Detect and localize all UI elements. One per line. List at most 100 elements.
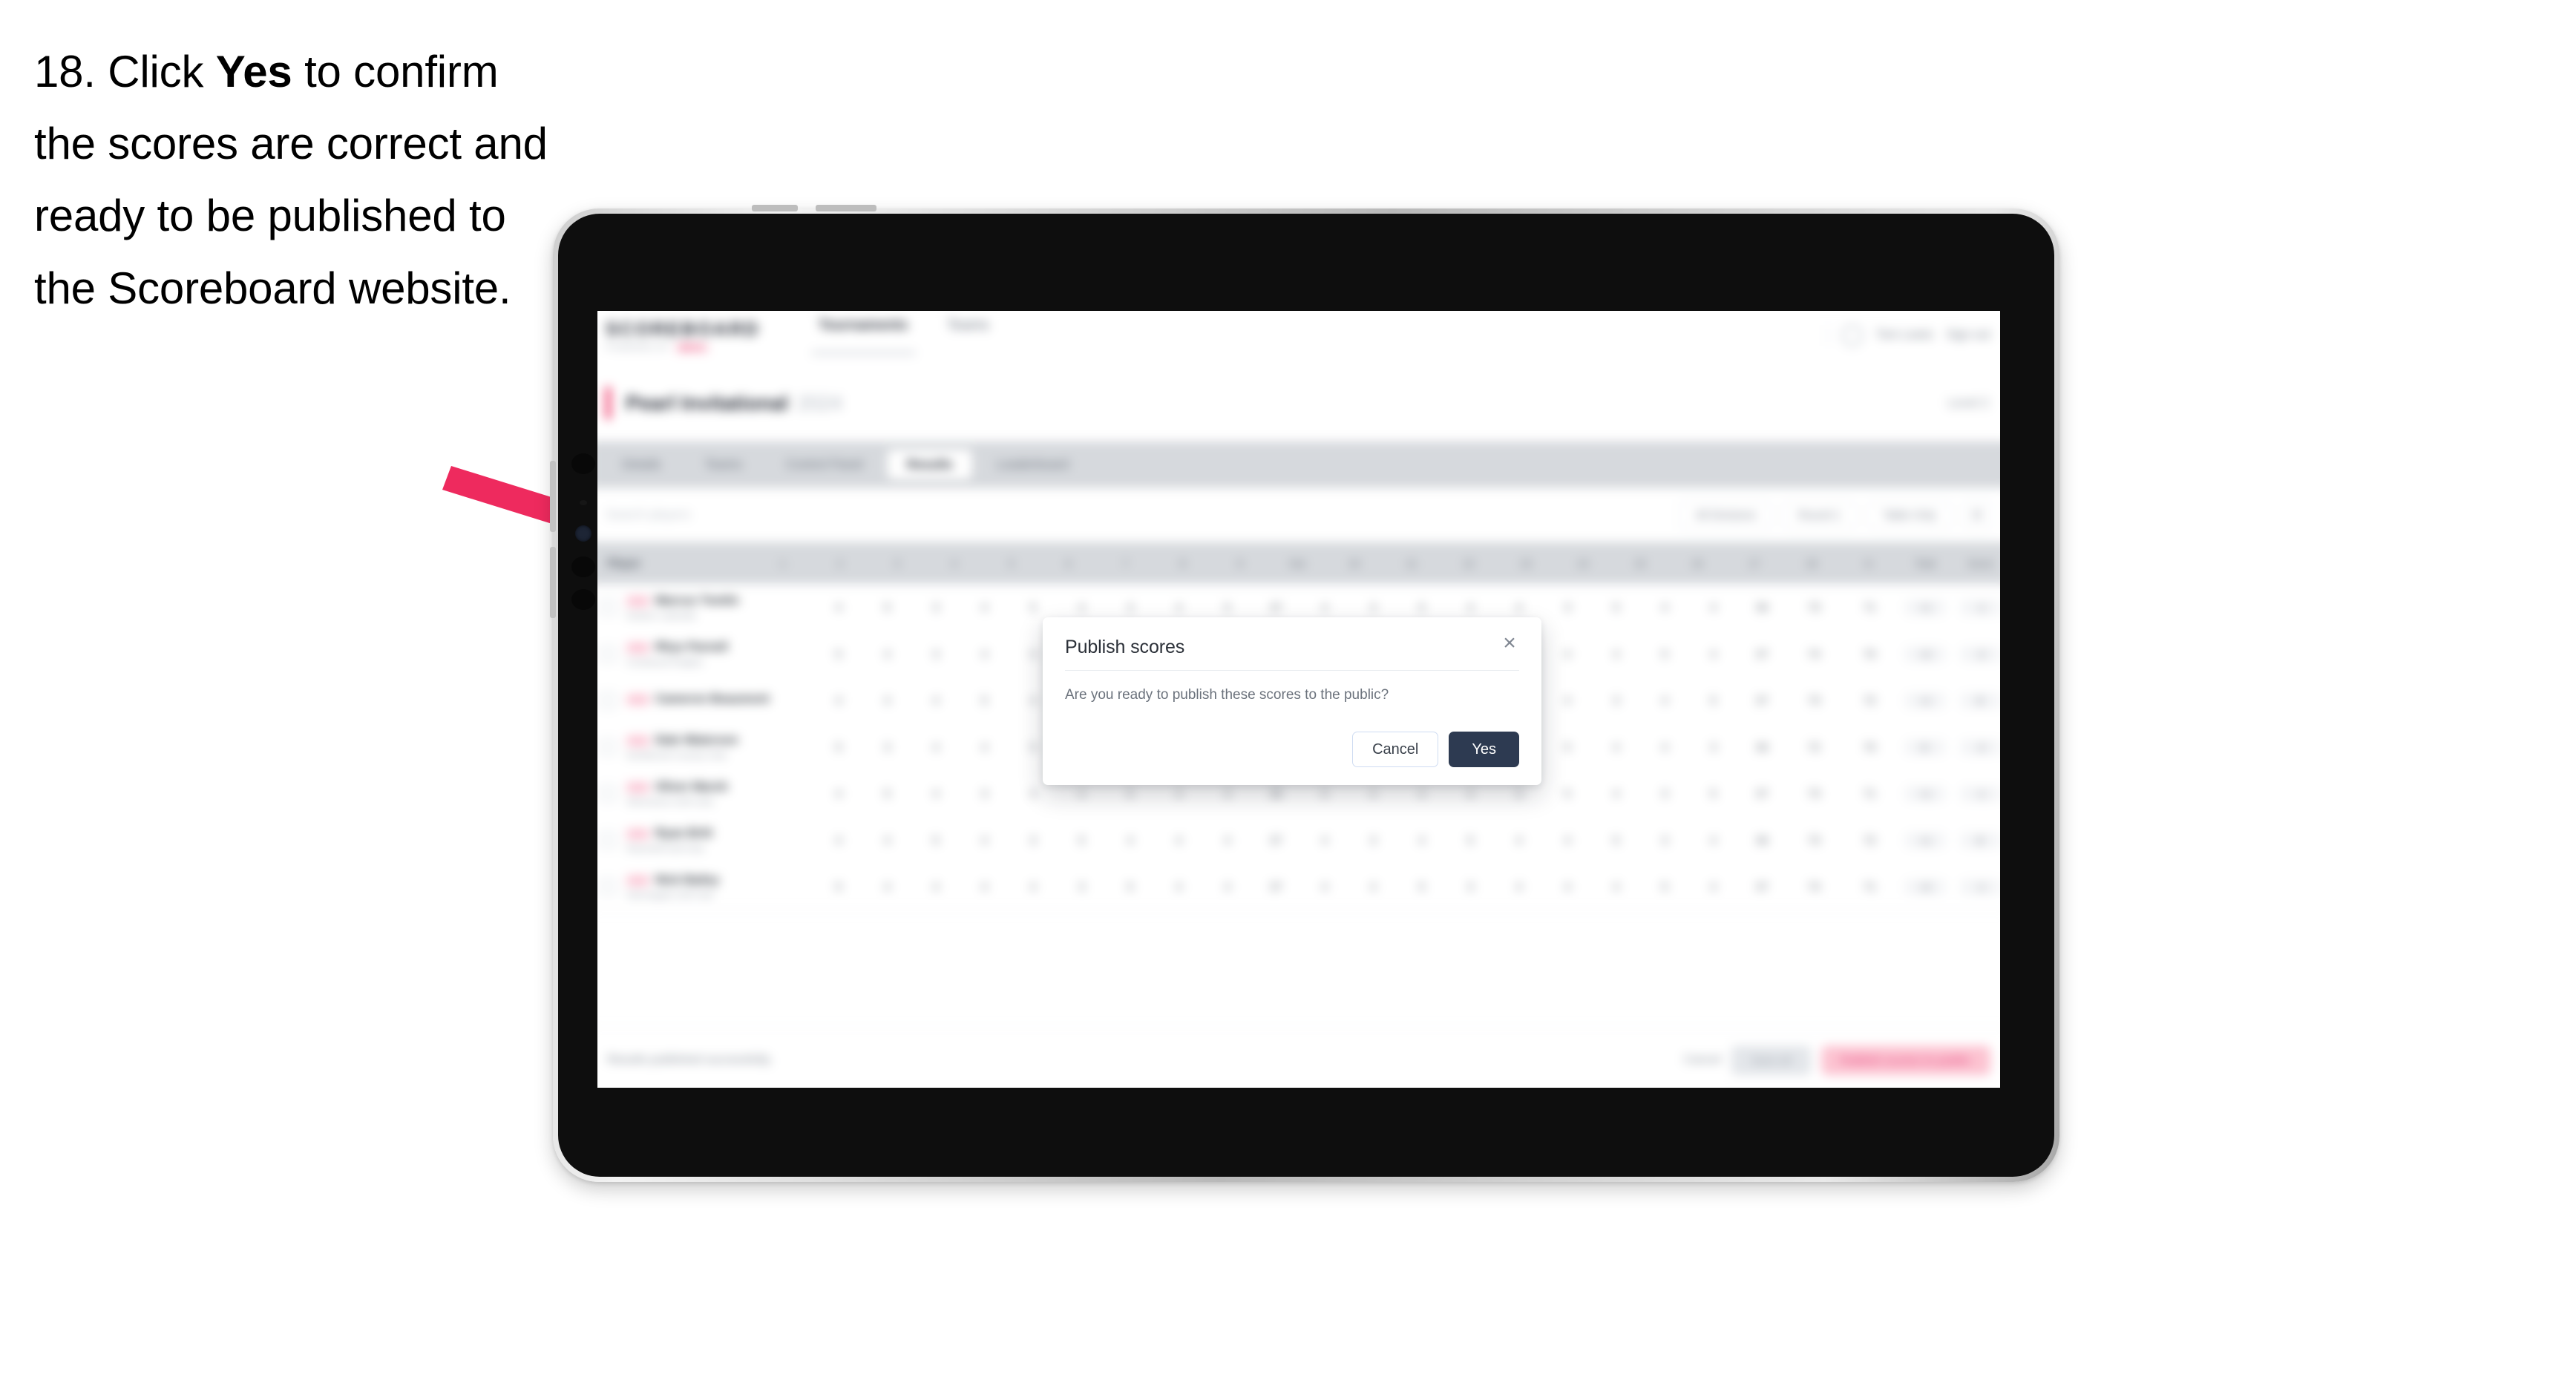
close-icon[interactable]: ×: [1497, 631, 1522, 656]
score-cell[interactable]: 4: [1592, 787, 1640, 800]
score-cell[interactable]: 4: [960, 880, 1009, 893]
score-cell[interactable]: 4: [1543, 834, 1591, 847]
row-checkbox[interactable]: [599, 738, 617, 755]
score-cell[interactable]: 4: [1009, 880, 1057, 893]
score-cell[interactable]: 4: [1446, 601, 1494, 614]
score-cell[interactable]: 36: [1737, 834, 1786, 847]
score-cell[interactable]: 5: [1640, 880, 1688, 893]
score-cell[interactable]: 5: [1592, 601, 1640, 614]
score-cell[interactable]: 4: [1106, 834, 1154, 847]
score-cell[interactable]: 4: [911, 880, 960, 893]
score-cell[interactable]: 36: [1737, 601, 1786, 614]
score-cell[interactable]: 4: [863, 880, 911, 893]
filter-view-dropdown[interactable]: Table Only: [1867, 501, 1952, 529]
score-cell[interactable]: 5: [1397, 880, 1446, 893]
score-cell[interactable]: 4: [1495, 880, 1543, 893]
tab-results[interactable]: Results: [887, 450, 973, 480]
score-cell[interactable]: 5: [1592, 834, 1640, 847]
score-cell[interactable]: 5: [960, 694, 1009, 706]
table-row[interactable]: Ryan Britt Ravenhill Golf Club 4 4 5 4 3 5 4 4 4 37…: [597, 816, 2000, 864]
score-cell[interactable]: 5: [814, 648, 862, 660]
score-cell[interactable]: 37: [1252, 880, 1300, 893]
score-cell[interactable]: 5: [1689, 787, 1737, 800]
tab-control-panel[interactable]: Control Panel: [767, 450, 883, 479]
footer-save-all-button[interactable]: Save all: [1731, 1045, 1811, 1075]
score-cell[interactable]: 5: [814, 740, 862, 753]
score-cell[interactable]: 3: [1106, 601, 1154, 614]
score-cell[interactable]: 4: [1543, 648, 1591, 660]
score-cell[interactable]: 4: [960, 648, 1009, 660]
score-cell[interactable]: 4: [814, 601, 862, 614]
score-cell[interactable]: 3: [1640, 787, 1688, 800]
score-cell[interactable]: 5: [1446, 834, 1494, 847]
score-cell[interactable]: 36: [1252, 787, 1300, 800]
score-cell[interactable]: 3: [1349, 601, 1397, 614]
score-cell[interactable]: 5: [1203, 601, 1251, 614]
score-cell[interactable]: 5: [1058, 834, 1106, 847]
cancel-button[interactable]: Cancel: [1352, 732, 1439, 767]
topnav-item-teams[interactable]: Teams: [947, 318, 989, 354]
score-cell[interactable]: 36: [1737, 740, 1786, 753]
score-cell[interactable]: 4: [1155, 834, 1203, 847]
score-cell[interactable]: 4: [814, 694, 862, 706]
score-cell[interactable]: 4: [960, 834, 1009, 847]
score-cell[interactable]: 3: [1009, 834, 1057, 847]
score-cell[interactable]: 5: [1009, 601, 1057, 614]
score-cell[interactable]: 4: [960, 740, 1009, 753]
footer-publish-button[interactable]: Publish scores to public: [1820, 1045, 1991, 1075]
score-cell[interactable]: 5: [1300, 787, 1348, 800]
score-cell[interactable]: 3: [1640, 834, 1688, 847]
row-checkbox[interactable]: [599, 646, 617, 663]
score-cell[interactable]: 4: [1592, 740, 1640, 753]
score-cell[interactable]: 4: [1543, 694, 1591, 706]
score-cell[interactable]: 37: [1252, 601, 1300, 614]
score-cell[interactable]: 4: [814, 834, 862, 847]
score-cell[interactable]: 4: [1058, 787, 1106, 800]
score-cell[interactable]: 4: [1689, 834, 1737, 847]
score-cell[interactable]: 5: [863, 601, 911, 614]
row-checkbox[interactable]: [599, 599, 617, 616]
score-cell[interactable]: 37: [1737, 694, 1786, 706]
score-cell[interactable]: 4: [1640, 740, 1688, 753]
tab-leaderboard[interactable]: Leaderboard: [977, 450, 1088, 479]
score-cell[interactable]: 5: [1689, 694, 1737, 706]
score-cell[interactable]: 4: [863, 648, 911, 660]
score-cell[interactable]: 4: [1495, 834, 1543, 847]
score-cell[interactable]: 4: [1009, 787, 1057, 800]
score-cell[interactable]: 4: [1058, 601, 1106, 614]
row-checkbox[interactable]: [599, 832, 617, 849]
score-cell[interactable]: 4: [863, 694, 911, 706]
score-cell[interactable]: 4: [1300, 880, 1348, 893]
score-cell[interactable]: 5: [1543, 787, 1591, 800]
score-cell[interactable]: 4: [1640, 601, 1688, 614]
score-cell[interactable]: 4: [1397, 834, 1446, 847]
score-cell[interactable]: 4: [911, 787, 960, 800]
score-cell[interactable]: 3: [1058, 880, 1106, 893]
user-avatar-icon[interactable]: [1841, 325, 1863, 346]
yes-button[interactable]: Yes: [1449, 732, 1519, 767]
score-cell[interactable]: 5: [1397, 601, 1446, 614]
score-cell[interactable]: 4: [1203, 880, 1251, 893]
score-cell[interactable]: 3: [863, 740, 911, 753]
row-checkbox[interactable]: [599, 878, 617, 896]
footer-cancel-link[interactable]: Cancel: [1684, 1054, 1721, 1067]
score-cell[interactable]: 4: [1300, 601, 1348, 614]
score-cell[interactable]: 4: [1203, 834, 1251, 847]
score-cell[interactable]: 4: [1689, 601, 1737, 614]
score-cell[interactable]: 4: [1155, 787, 1203, 800]
score-cell[interactable]: 5: [814, 880, 862, 893]
score-cell[interactable]: 4: [1592, 880, 1640, 893]
score-cell[interactable]: 37: [1737, 787, 1786, 800]
score-cell[interactable]: 4: [1640, 694, 1688, 706]
score-cell[interactable]: 4: [1349, 880, 1397, 893]
score-cell[interactable]: 5: [1640, 648, 1688, 660]
score-cell[interactable]: 3: [960, 787, 1009, 800]
filter-menu-icon[interactable]: ☰: [1962, 500, 1993, 530]
score-cell[interactable]: 4: [1543, 880, 1591, 893]
row-checkbox[interactable]: [599, 785, 617, 802]
tab-teams[interactable]: Teams: [685, 450, 761, 479]
score-cell[interactable]: 37: [1252, 834, 1300, 847]
score-cell[interactable]: 4: [1155, 880, 1203, 893]
score-cell[interactable]: 5: [1106, 787, 1154, 800]
score-cell[interactable]: 3: [1446, 880, 1494, 893]
